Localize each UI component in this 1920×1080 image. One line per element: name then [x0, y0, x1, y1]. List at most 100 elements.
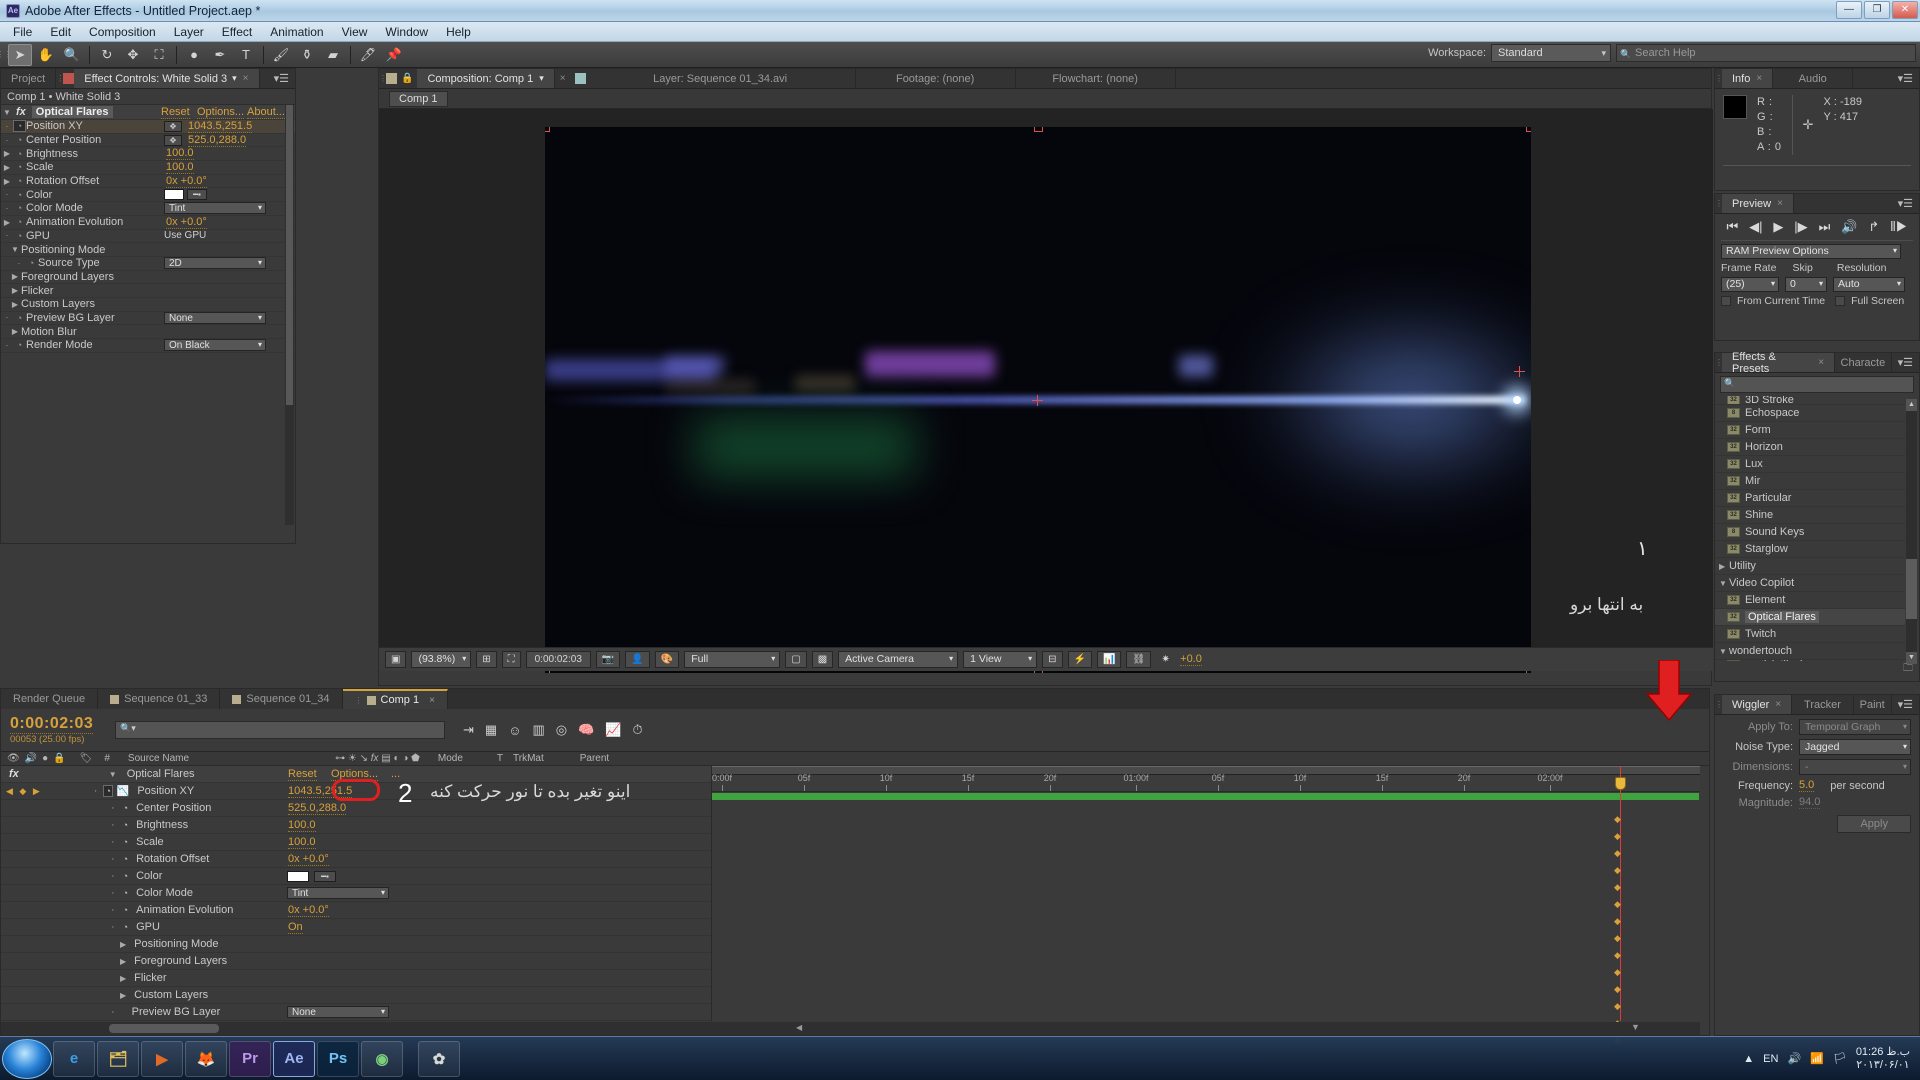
stopwatch-icon[interactable]: ◔ — [123, 888, 128, 898]
show-snapshot-icon[interactable]: 👤 — [625, 651, 650, 668]
twirl-right-icon[interactable]: ▶ — [120, 974, 126, 983]
timeline-row-positioning-mode[interactable]: ▶ Positioning Mode — [1, 936, 711, 953]
reset-button[interactable]: Reset — [161, 106, 190, 119]
solo-icon[interactable]: ● — [42, 753, 48, 764]
property-row-center-position[interactable]: · ◔ Center Position ✥ 525.0,288.0 — [1, 134, 295, 148]
render-mode-select[interactable]: On Black — [164, 339, 266, 352]
timeline-ruler[interactable]: 0:00f 05f 10f 15f 20f 01:00f 05f 10f 15f… — [712, 766, 1700, 792]
timeline-row-preview-bg-layer[interactable]: · Preview BG Layer None — [1, 1004, 711, 1021]
toolbar-grip[interactable]: ⋮⋮ — [0, 50, 12, 59]
tab-project[interactable]: Project — [1, 69, 57, 88]
timeline-row-gpu[interactable]: · ◔ GPU On — [1, 919, 711, 936]
tab-character[interactable]: Characte — [1835, 353, 1892, 372]
twirl-right-icon[interactable]: ▶ — [9, 327, 21, 336]
group-row-positioning-mode[interactable]: ▼ Positioning Mode — [1, 243, 295, 257]
taskbar-media-player-icon[interactable]: ▶ — [141, 1040, 183, 1077]
new-folder-icon[interactable]: 🗀 — [1903, 661, 1913, 678]
transparency-grid-icon[interactable]: ▩ — [811, 651, 834, 668]
property-value[interactable]: 100.0 — [288, 836, 316, 849]
anchor-point-icon[interactable] — [1032, 395, 1043, 406]
tab-effect-controls[interactable]: Effect Controls: White Solid 3 ▾ × — [74, 69, 260, 88]
apply-to-select[interactable]: Temporal Graph — [1799, 719, 1911, 735]
layer-handle[interactable] — [545, 127, 550, 132]
stopwatch-icon[interactable]: ◔ — [13, 135, 26, 145]
property-value[interactable]: 525.0,288.0 — [188, 134, 247, 147]
timeline-row-color[interactable]: · ◔ Color ━▪ — [1, 868, 711, 885]
stopwatch-icon[interactable]: ◔ — [13, 217, 26, 227]
property-value[interactable]: 100.0 — [166, 147, 194, 161]
panel-grip[interactable]: ⋮ — [56, 69, 64, 88]
taskbar-unknown-app-icon[interactable]: ✿ — [418, 1040, 460, 1077]
list-item[interactable]: 32 Starglow — [1715, 541, 1905, 558]
effect-header-row[interactable]: ▼ fx Optical Flares Reset Options... Abo… — [1, 105, 295, 120]
property-row-rotation-offset[interactable]: ▶ ◔ Rotation Offset 0x +0.0° — [1, 175, 295, 189]
twirl-down-icon[interactable]: ▼ — [1, 108, 13, 117]
current-timecode[interactable]: 0:00:02:03 — [10, 715, 94, 734]
color-mode-select[interactable]: Tint — [164, 202, 266, 215]
draft-3d-icon[interactable]: ▦ — [485, 722, 497, 738]
column-mode[interactable]: Mode — [438, 753, 463, 764]
property-row-gpu[interactable]: · ◔ GPU Use GPU — [1, 230, 295, 244]
timeline-row-brightness[interactable]: · ◔ Brightness 100.0 — [1, 817, 711, 834]
type-tool-icon[interactable]: T — [234, 44, 258, 66]
property-row-render-mode[interactable]: · ◔ Render Mode On Black — [1, 339, 295, 353]
stopwatch-icon[interactable]: ◔ — [123, 905, 128, 915]
pixel-aspect-icon[interactable]: ⊟ — [1042, 651, 1063, 668]
tab-comp1[interactable]: ⋮ Comp 1 × — [342, 689, 448, 709]
motion-blur-icon[interactable]: ◎ — [556, 722, 567, 738]
stopwatch-icon[interactable]: ◔ — [13, 340, 26, 350]
tab-layer-sequence[interactable]: Layer: Sequence 01_34.avi — [585, 69, 856, 88]
timeline-search-input[interactable] — [115, 721, 445, 739]
timeline-row-rotation-offset[interactable]: · ◔ Rotation Offset 0x +0.0° — [1, 851, 711, 868]
eyedropper-icon[interactable]: ━▪ — [314, 870, 336, 882]
close-icon[interactable]: × — [1818, 357, 1824, 368]
scrollbar-thumb[interactable] — [286, 105, 293, 405]
scroll-up-icon[interactable]: ▲ — [1906, 399, 1917, 411]
list-item[interactable]: 32 Mir — [1715, 473, 1905, 490]
layer-handle[interactable] — [1526, 127, 1531, 132]
network-icon[interactable]: 📶 — [1810, 1052, 1824, 1065]
panel-menu-icon[interactable]: ▾☰ — [1892, 69, 1919, 88]
skip-select[interactable]: 0 — [1785, 277, 1827, 292]
stopwatch-icon[interactable]: ◔ — [13, 120, 26, 133]
list-item[interactable]: 8 Sound Keys — [1715, 524, 1905, 541]
group-row-motion-blur[interactable]: ▶ Motion Blur — [1, 325, 295, 339]
column-trkmat[interactable]: TrkMat — [513, 753, 544, 764]
color-swatch[interactable] — [164, 189, 184, 201]
layer-handle[interactable] — [1034, 127, 1043, 132]
hand-tool-icon[interactable]: ✋ — [34, 44, 58, 66]
audio-icon[interactable]: 🔊 — [25, 753, 37, 764]
list-item[interactable]: 8 Echospace — [1715, 405, 1905, 422]
chevron-down-icon[interactable]: ▾ — [539, 73, 544, 84]
clone-stamp-tool-icon[interactable]: ⚱ — [295, 44, 319, 66]
timeline-row-scale[interactable]: · ◔ Scale 100.0 — [1, 834, 711, 851]
list-item-optical-flares[interactable]: 32 Optical Flares — [1715, 609, 1905, 626]
show-desktop-arrow-icon[interactable]: ▲ — [1743, 1053, 1754, 1065]
tab-paint[interactable]: Paint — [1853, 695, 1892, 714]
first-frame-icon[interactable]: ⏮ — [1726, 219, 1738, 235]
ram-preview-icon[interactable]: ⦀▶ — [1890, 219, 1907, 235]
menu-item-effect[interactable]: Effect — [213, 23, 261, 41]
stopwatch-icon[interactable]: ◔ — [123, 871, 128, 881]
resolution-select[interactable]: Auto — [1833, 277, 1905, 292]
menu-item-file[interactable]: File — [4, 23, 41, 41]
effect-controls-scrollbar[interactable] — [285, 105, 294, 525]
tab-footage[interactable]: Footage: (none) — [855, 69, 1016, 88]
current-time-indicator-head[interactable] — [1615, 777, 1626, 790]
flare-position-handle[interactable] — [1514, 366, 1525, 377]
timeline-row-custom-layers[interactable]: ▶ Custom Layers — [1, 987, 711, 1004]
zoom-out-icon[interactable]: ◀ — [796, 1023, 802, 1032]
twirl-right-icon[interactable]: ▶ — [9, 272, 21, 281]
taskbar-chrome-icon[interactable]: ◉ — [361, 1040, 403, 1077]
always-preview-icon[interactable]: ▣ — [385, 651, 407, 668]
stopwatch-icon[interactable]: ◔ — [103, 785, 113, 797]
list-item[interactable]: 32 Element — [1715, 592, 1905, 609]
property-value[interactable]: 0x +0.0° — [166, 175, 207, 188]
tab-sequence-01-33[interactable]: Sequence 01_33 — [98, 689, 221, 709]
panel-menu-icon[interactable]: ▾☰ — [1892, 194, 1919, 213]
menu-item-animation[interactable]: Animation — [261, 23, 332, 41]
region-of-interest-icon[interactable]: ⛶ — [501, 651, 521, 668]
panel-grip[interactable]: ⋮ — [1715, 353, 1723, 372]
twirl-down-icon[interactable]: ▼ — [1719, 579, 1729, 588]
choose-grid-icon[interactable]: ⊞ — [476, 651, 497, 668]
